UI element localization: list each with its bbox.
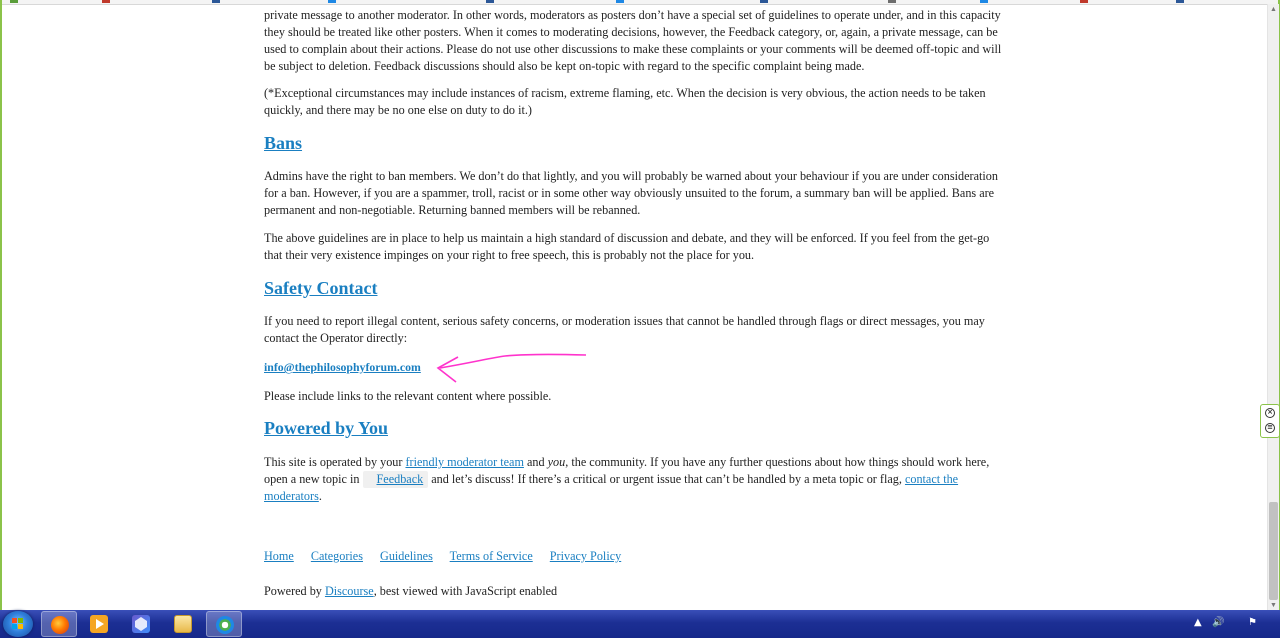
taskbar-app-shield[interactable] xyxy=(123,611,159,637)
vertical-scrollbar[interactable]: ▲ ▼ xyxy=(1267,4,1279,610)
text: Powered by xyxy=(264,584,325,598)
volume-icon[interactable]: 🔊 xyxy=(1212,616,1224,630)
text: , best viewed with JavaScript enabled xyxy=(373,584,558,598)
bookmark-icon[interactable] xyxy=(328,0,336,3)
copy-icon[interactable]: ≡ xyxy=(1265,423,1275,433)
system-tray: ▲ 🔊 ⚑ xyxy=(1190,610,1280,638)
paragraph-powered: This site is operated by your friendly m… xyxy=(264,454,1009,505)
bookmarks-bar-edge xyxy=(0,0,1280,5)
bookmark-icon[interactable] xyxy=(1080,0,1088,3)
footer-links: Home Categories Guidelines Terms of Serv… xyxy=(264,548,635,565)
heading-bans-link[interactable]: Bans xyxy=(264,133,302,153)
discourse-link[interactable]: Discourse xyxy=(325,584,374,598)
bookmark-icon[interactable] xyxy=(10,0,18,3)
footer-link-guidelines[interactable]: Guidelines xyxy=(380,549,433,563)
bookmark-icon[interactable] xyxy=(1176,0,1184,3)
text-you: you xyxy=(547,455,566,469)
paragraph-bans-2: The above guidelines are in place to hel… xyxy=(264,231,990,262)
heading-powered-by-you: Powered by You xyxy=(264,417,388,439)
scroll-up-icon[interactable]: ▲ xyxy=(1268,4,1279,14)
text: and let’s discuss! If there’s a critical… xyxy=(428,472,905,486)
paragraph-moderators: private message to another moderator. In… xyxy=(264,8,1002,73)
bookmark-icon[interactable] xyxy=(212,0,220,3)
close-icon[interactable]: × xyxy=(1265,408,1275,418)
taskbar-app-firefox[interactable] xyxy=(41,611,77,637)
bookmark-icon[interactable] xyxy=(980,0,988,3)
paragraph-include-links: Please include links to the relevant con… xyxy=(264,389,552,403)
heading-safety-link[interactable]: Safety Contact xyxy=(264,278,377,298)
safety-email-link[interactable]: info@thephilosophyforum.com xyxy=(264,360,421,374)
chrome-like-icon xyxy=(216,616,234,634)
shield-app-icon xyxy=(132,615,150,633)
paragraph-exceptional: (*Exceptional circumstances may include … xyxy=(264,86,986,117)
footer-link-privacy[interactable]: Privacy Policy xyxy=(550,549,621,563)
bookmark-icon[interactable] xyxy=(616,0,624,3)
email-line: info@thephilosophyforum.com xyxy=(264,359,1009,376)
feedback-category-badge[interactable]: Feedback xyxy=(362,471,429,488)
action-center-flag-icon[interactable]: ⚑ xyxy=(1248,616,1257,630)
footer-link-categories[interactable]: Categories xyxy=(311,549,363,563)
paragraph-safety: If you need to report illegal content, s… xyxy=(264,314,985,345)
heading-bans: Bans xyxy=(264,132,302,154)
start-button[interactable] xyxy=(3,611,33,637)
footer-link-home[interactable]: Home xyxy=(264,549,294,563)
moderator-team-link[interactable]: friendly moderator team xyxy=(405,455,523,469)
bookmark-icon[interactable] xyxy=(102,0,110,3)
paragraph-bans-1: Admins have the right to ban members. We… xyxy=(264,169,998,217)
annotation-arrow-icon xyxy=(436,353,587,383)
tray-expand-icon[interactable]: ▲ xyxy=(1194,616,1202,630)
taskbar: ▲ 🔊 ⚑ xyxy=(0,610,1280,638)
powered-by-discourse: Powered by Discourse, best viewed with J… xyxy=(264,583,557,600)
footer-link-terms[interactable]: Terms of Service xyxy=(450,549,533,563)
heading-safety-contact: Safety Contact xyxy=(264,277,377,299)
media-player-icon xyxy=(90,615,108,633)
windows-logo-icon xyxy=(12,618,24,630)
file-manager-icon xyxy=(174,615,192,633)
taskbar-app-browser2[interactable] xyxy=(206,611,242,637)
scroll-down-icon[interactable]: ▼ xyxy=(1268,600,1279,610)
text: This site is operated by your xyxy=(264,455,406,469)
side-widget: × ≡ xyxy=(1260,404,1280,438)
taskbar-app-files[interactable] xyxy=(165,611,201,637)
heading-powered-link[interactable]: Powered by You xyxy=(264,418,388,438)
bookmark-icon[interactable] xyxy=(486,0,494,3)
text: . xyxy=(318,489,322,503)
scroll-thumb[interactable] xyxy=(1269,502,1278,600)
bookmark-icon[interactable] xyxy=(888,0,896,3)
bookmark-icon[interactable] xyxy=(760,0,768,3)
text: and xyxy=(523,455,548,469)
firefox-icon xyxy=(51,616,69,634)
taskbar-app-media[interactable] xyxy=(81,611,117,637)
